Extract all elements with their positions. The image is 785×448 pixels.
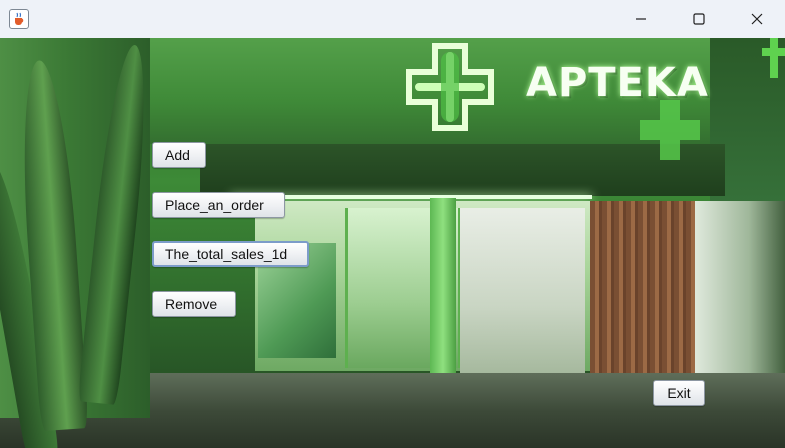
wood-panel-wall: [590, 201, 695, 373]
maximize-button[interactable]: [672, 0, 726, 38]
green-cross-sign-icon: [762, 38, 785, 78]
pharmacy-cross-logo: [406, 43, 494, 131]
add-button[interactable]: Add: [152, 142, 206, 168]
green-cross-sign-icon: [640, 100, 700, 160]
shop-interior: [460, 208, 585, 373]
window-titlebar: [0, 0, 785, 39]
minimize-button[interactable]: [614, 0, 668, 38]
close-button[interactable]: [730, 0, 784, 38]
close-icon: [751, 13, 763, 25]
right-wall: [695, 201, 785, 381]
remove-button[interactable]: Remove: [152, 291, 236, 317]
place-order-button[interactable]: Place_an_order: [152, 192, 285, 218]
exit-button[interactable]: Exit: [653, 380, 705, 406]
green-pillar: [430, 198, 456, 373]
maximize-icon: [693, 13, 705, 25]
total-sales-button[interactable]: The_total_sales_1d: [152, 241, 309, 267]
minimize-icon: [636, 18, 646, 20]
java-cup-icon[interactable]: [9, 9, 29, 29]
